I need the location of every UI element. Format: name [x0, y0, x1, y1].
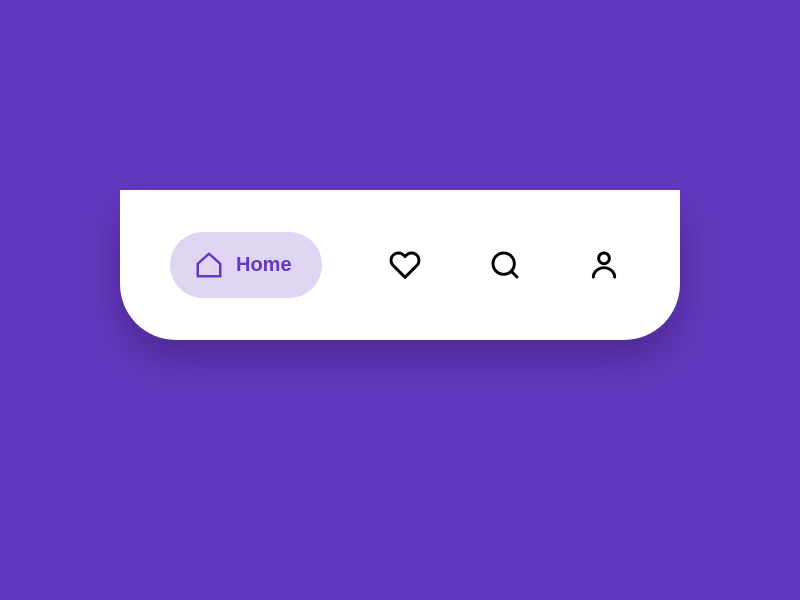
nav-label-home: Home	[236, 254, 292, 277]
nav-item-favorites[interactable]	[389, 249, 421, 281]
search-icon	[489, 249, 521, 281]
nav-item-profile[interactable]	[588, 249, 620, 281]
heart-icon	[389, 249, 421, 281]
bottom-nav-bar: Home	[120, 190, 680, 340]
home-icon	[194, 250, 224, 280]
nav-item-home[interactable]: Home	[170, 232, 322, 298]
nav-item-search[interactable]	[489, 249, 521, 281]
user-icon	[588, 249, 620, 281]
